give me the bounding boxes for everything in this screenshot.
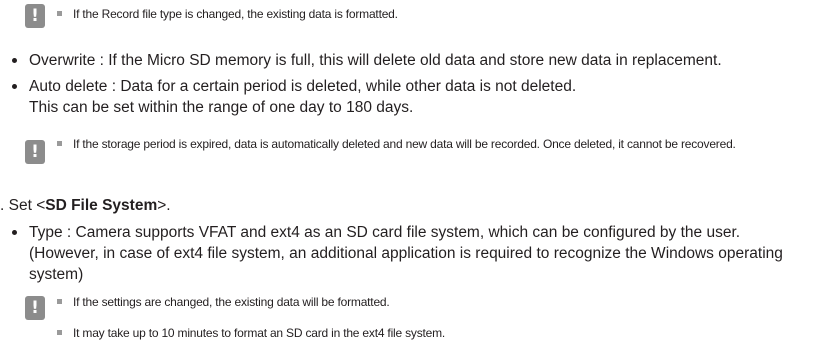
note-item: If the settings are changed, the existin… <box>57 293 813 312</box>
note-item: If the storage period is expired, data i… <box>57 134 813 155</box>
note-item: If the Record file type is changed, the … <box>57 5 813 24</box>
square-bullet-icon <box>57 299 62 304</box>
list-item-auto-delete: Auto delete : Data for a certain period … <box>12 76 812 118</box>
caution-icon: ! <box>25 4 45 28</box>
list-item-overwrite: Overwrite : If the Micro SD memory is fu… <box>12 50 812 71</box>
square-bullet-icon <box>57 330 62 335</box>
note-item: It may take up to 10 minutes to format a… <box>57 324 813 343</box>
square-bullet-icon <box>57 11 62 16</box>
square-bullet-icon <box>57 141 62 146</box>
caution-icon: ! <box>25 140 45 164</box>
bullet-dot-icon <box>12 230 17 235</box>
bullet-dot-icon <box>12 84 17 89</box>
step-heading: . Set <SD File System>. <box>0 197 171 214</box>
list-item-type: Type : Camera supports VFAT and ext4 as … <box>12 222 812 285</box>
caution-icon: ! <box>25 296 45 320</box>
bullet-dot-icon <box>12 58 17 63</box>
